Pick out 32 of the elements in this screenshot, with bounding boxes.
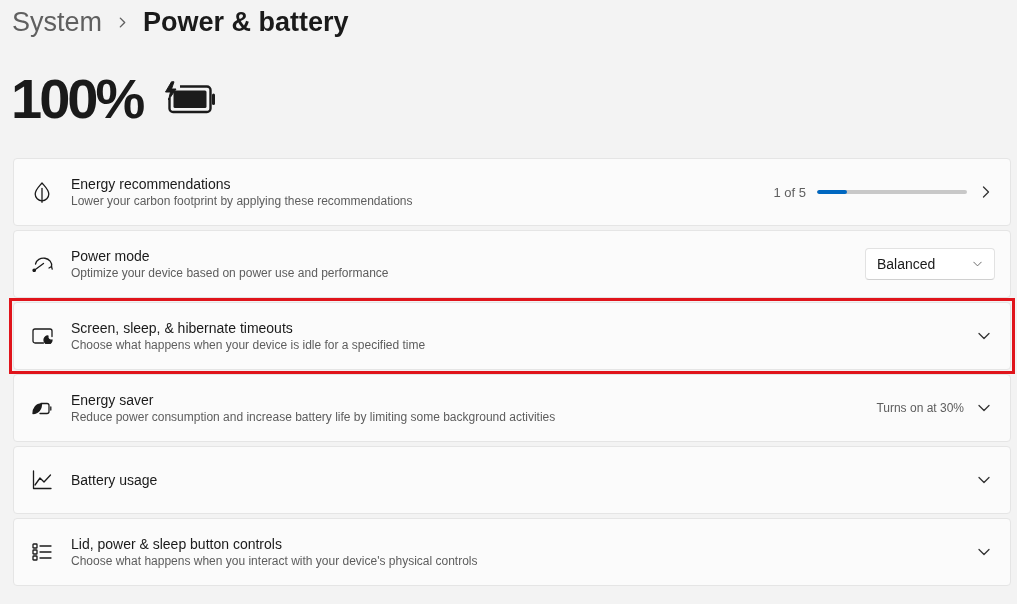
setting-description: Choose what happens when your device is idle for a specified time	[71, 337, 427, 353]
setting-title: Lid, power & sleep button controls	[71, 535, 283, 553]
setting-description: Optimize your device based on power use and performance	[71, 265, 390, 281]
setting-card[interactable]: Energy recommendations Lower your carbon footprint by applying these recommendations 1 of 5	[13, 158, 1011, 226]
status-text: Turns on at 30%	[876, 401, 964, 415]
battery-percentage: 100%	[11, 67, 143, 131]
setting-title: Battery usage	[71, 471, 159, 489]
monitor-moon-icon	[31, 328, 53, 344]
checklist-icon	[32, 543, 52, 561]
setting-card[interactable]: Lid, power & sleep button controls Choose what happens when you interact with your device's physical controls	[13, 518, 1011, 586]
chevron-down-icon	[973, 261, 982, 267]
page-title: Power & battery	[143, 6, 349, 39]
setting-title: Energy saver	[71, 391, 155, 409]
line-chart-icon	[32, 470, 52, 490]
setting-title: Power mode	[71, 247, 151, 265]
setting-title: Energy recommendations	[71, 175, 232, 193]
setting-description: Reduce power consumption and increase battery life by limiting some background activities	[71, 409, 557, 425]
breadcrumb-link[interactable]: System	[12, 4, 103, 40]
setting-description: Choose what happens when you interact with your device's physical controls	[71, 553, 479, 569]
power-mode-dropdown[interactable]: Balanced	[865, 248, 995, 280]
setting-card[interactable]: Battery usage	[13, 446, 1011, 514]
leaf-icon	[34, 181, 50, 203]
chevron-right-icon	[982, 186, 990, 198]
setting-description: Lower your carbon footprint by applying these recommendations	[71, 193, 414, 209]
setting-card[interactable]: Screen, sleep, & hibernate timeouts Choose what happens when your device is idle for a specified time	[13, 302, 1011, 370]
setting-title: Screen, sleep, & hibernate timeouts	[71, 319, 294, 337]
battery-leaf-icon	[32, 401, 52, 415]
gauge-icon	[31, 256, 53, 272]
setting-card[interactable]: Power mode Optimize your device based on power use and performance Balanced	[13, 230, 1011, 298]
chevron-right-icon	[119, 16, 127, 28]
progress-label: 1 of 5	[773, 184, 806, 200]
setting-card[interactable]: Energy saver Reduce power consumption and increase battery life by limiting some background activities Turns on at 30%	[13, 374, 1011, 442]
